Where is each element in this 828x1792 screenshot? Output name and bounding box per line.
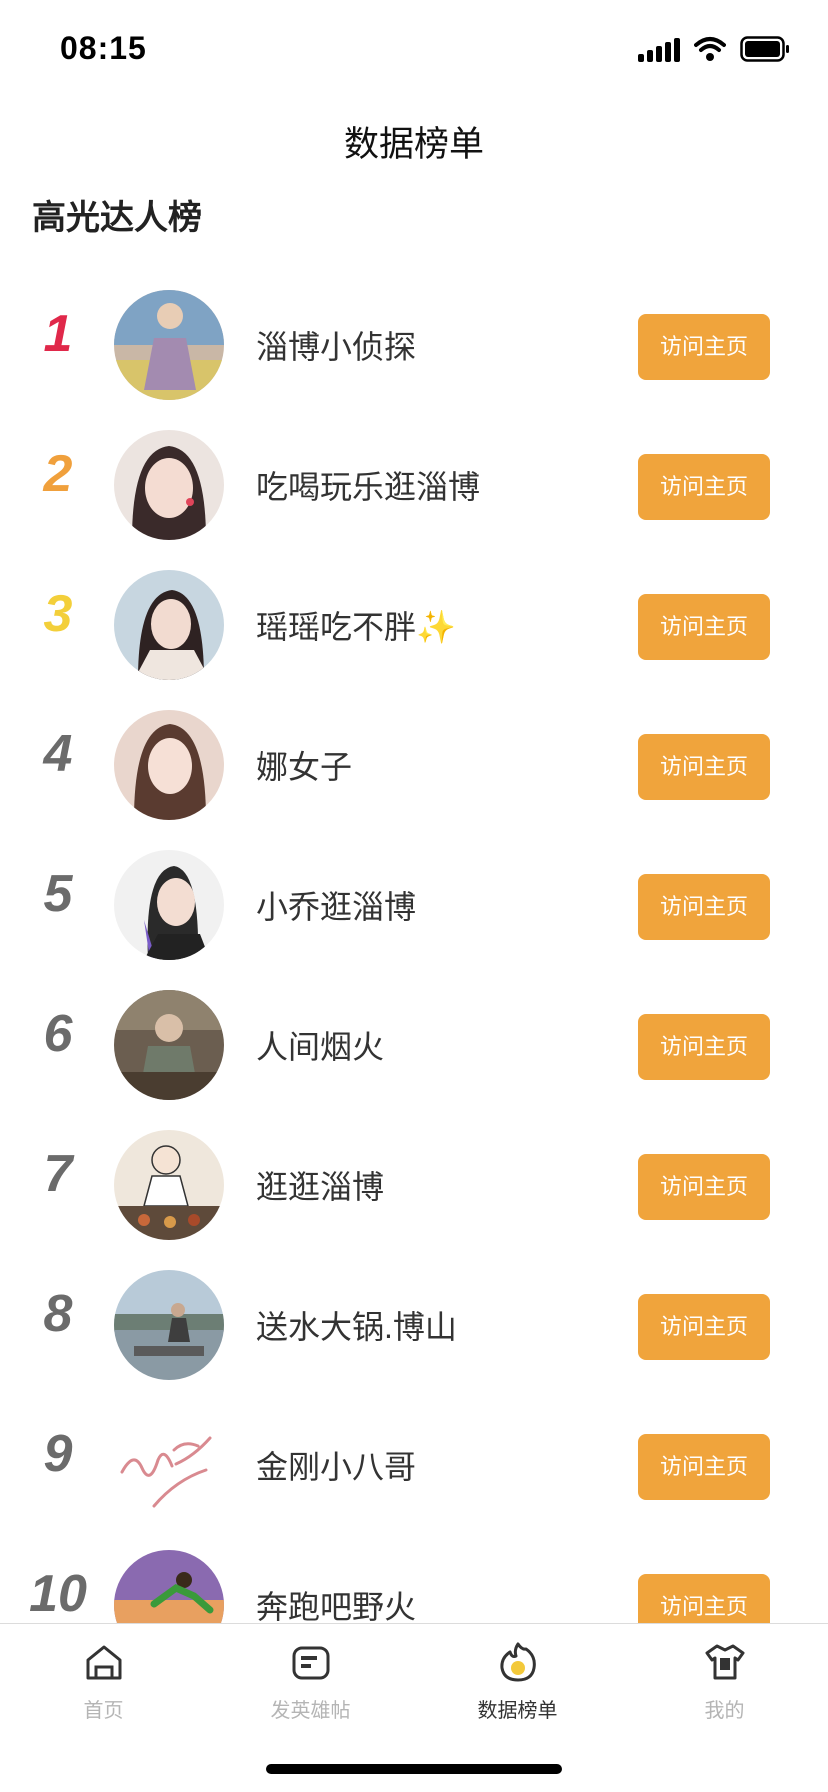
rank-number: 8 — [43, 1285, 73, 1343]
user-name: 逛逛淄博 — [256, 1169, 385, 1205]
avatar[interactable] — [114, 1270, 224, 1380]
avatar[interactable] — [114, 1130, 224, 1240]
ranking-row: 4 娜女子 访问主页 — [0, 696, 828, 836]
tab-label: 发英雄帖 — [270, 1700, 351, 1722]
rank-number: 7 — [43, 1145, 73, 1203]
status-time: 08:15 — [60, 30, 147, 66]
ranking-row: 2 吃喝玩乐逛淄博 访问主页 — [0, 416, 828, 556]
rank-number: 4 — [43, 725, 73, 783]
visit-profile-button[interactable]: 访问主页 — [638, 1434, 770, 1500]
avatar[interactable] — [114, 570, 224, 680]
post-icon — [292, 1646, 329, 1680]
avatar[interactable] — [114, 1410, 224, 1520]
tab-mine[interactable]: 我的 — [621, 1640, 828, 1723]
ranking-row: 10 奔跑吧野火 访问主页 — [0, 1536, 828, 1623]
section-title: 高光达人榜 — [32, 199, 202, 237]
status-bar: 08:15 — [0, 0, 828, 100]
rank-number: 10 — [29, 1565, 87, 1623]
visit-profile-button[interactable]: 访问主页 — [638, 734, 770, 800]
user-name: 吃喝玩乐逛淄博 — [256, 469, 481, 505]
visit-profile-button[interactable]: 访问主页 — [638, 1154, 770, 1220]
tab-ranking[interactable]: 数据榜单 — [414, 1640, 621, 1723]
user-name: 小乔逛淄博 — [256, 889, 417, 925]
ranking-row: 7 逛逛淄博 访问主页 — [0, 1116, 828, 1256]
ranking-row: 9 金刚小八哥 访问主页 — [0, 1396, 828, 1536]
shirt-icon — [705, 1644, 744, 1680]
user-name: 瑶瑶吃不胖✨ — [256, 609, 456, 645]
home-icon — [86, 1645, 121, 1680]
avatar[interactable] — [114, 850, 224, 960]
ranking-row: 3 瑶瑶吃不胖✨ 访问主页 — [0, 556, 828, 696]
tab-post[interactable]: 发英雄帖 — [207, 1640, 414, 1723]
flame-icon — [499, 1642, 536, 1682]
rank-number: 6 — [43, 1005, 73, 1063]
visit-profile-button[interactable]: 访问主页 — [638, 1014, 770, 1080]
visit-profile-button[interactable]: 访问主页 — [638, 314, 770, 380]
avatar[interactable] — [114, 430, 224, 540]
page-title: 数据榜单 — [343, 125, 484, 164]
visit-profile-button[interactable]: 访问主页 — [638, 1294, 770, 1360]
avatar[interactable] — [114, 290, 224, 400]
ranking-row: 6 人间烟火 访问主页 — [0, 976, 828, 1116]
visit-profile-button[interactable]: 访问主页 — [638, 874, 770, 940]
tab-label: 数据榜单 — [477, 1700, 558, 1722]
visit-profile-button[interactable]: 访问主页 — [638, 594, 770, 660]
battery-icon — [740, 36, 790, 62]
visit-profile-button[interactable]: 访问主页 — [638, 1574, 770, 1623]
rank-number: 9 — [43, 1425, 73, 1483]
ranking-list[interactable]: 1 淄博小侦探 访问主页 2 吃喝玩乐逛淄博 访问主页 3 瑶瑶吃不胖✨ 访问主… — [0, 276, 828, 1623]
tab-home[interactable]: 首页 — [0, 1640, 207, 1723]
user-name: 人间烟火 — [256, 1029, 385, 1065]
user-name: 送水大锅.博山 — [256, 1309, 457, 1345]
user-name: 淄博小侦探 — [256, 329, 417, 365]
rank-number: 2 — [43, 445, 73, 503]
wifi-icon — [694, 36, 726, 62]
ranking-row: 5 小乔逛淄博 访问主页 — [0, 836, 828, 976]
ranking-row: 1 淄博小侦探 访问主页 — [0, 276, 828, 416]
user-name: 金刚小八哥 — [256, 1449, 417, 1485]
signal-icon — [638, 36, 680, 62]
user-name: 娜女子 — [256, 749, 353, 785]
avatar[interactable] — [114, 1550, 224, 1623]
home-indicator — [266, 1764, 562, 1774]
status-icons — [638, 36, 790, 62]
rank-number: 1 — [43, 305, 73, 363]
rank-number: 3 — [43, 585, 73, 643]
tab-label: 首页 — [83, 1700, 124, 1722]
rank-number: 5 — [43, 865, 73, 923]
tab-label: 我的 — [704, 1700, 745, 1722]
user-name: 奔跑吧野火 — [256, 1589, 417, 1623]
visit-profile-button[interactable]: 访问主页 — [638, 454, 770, 520]
avatar[interactable] — [114, 990, 224, 1100]
avatar[interactable] — [114, 710, 224, 820]
ranking-row: 8 送水大锅.博山 访问主页 — [0, 1256, 828, 1396]
